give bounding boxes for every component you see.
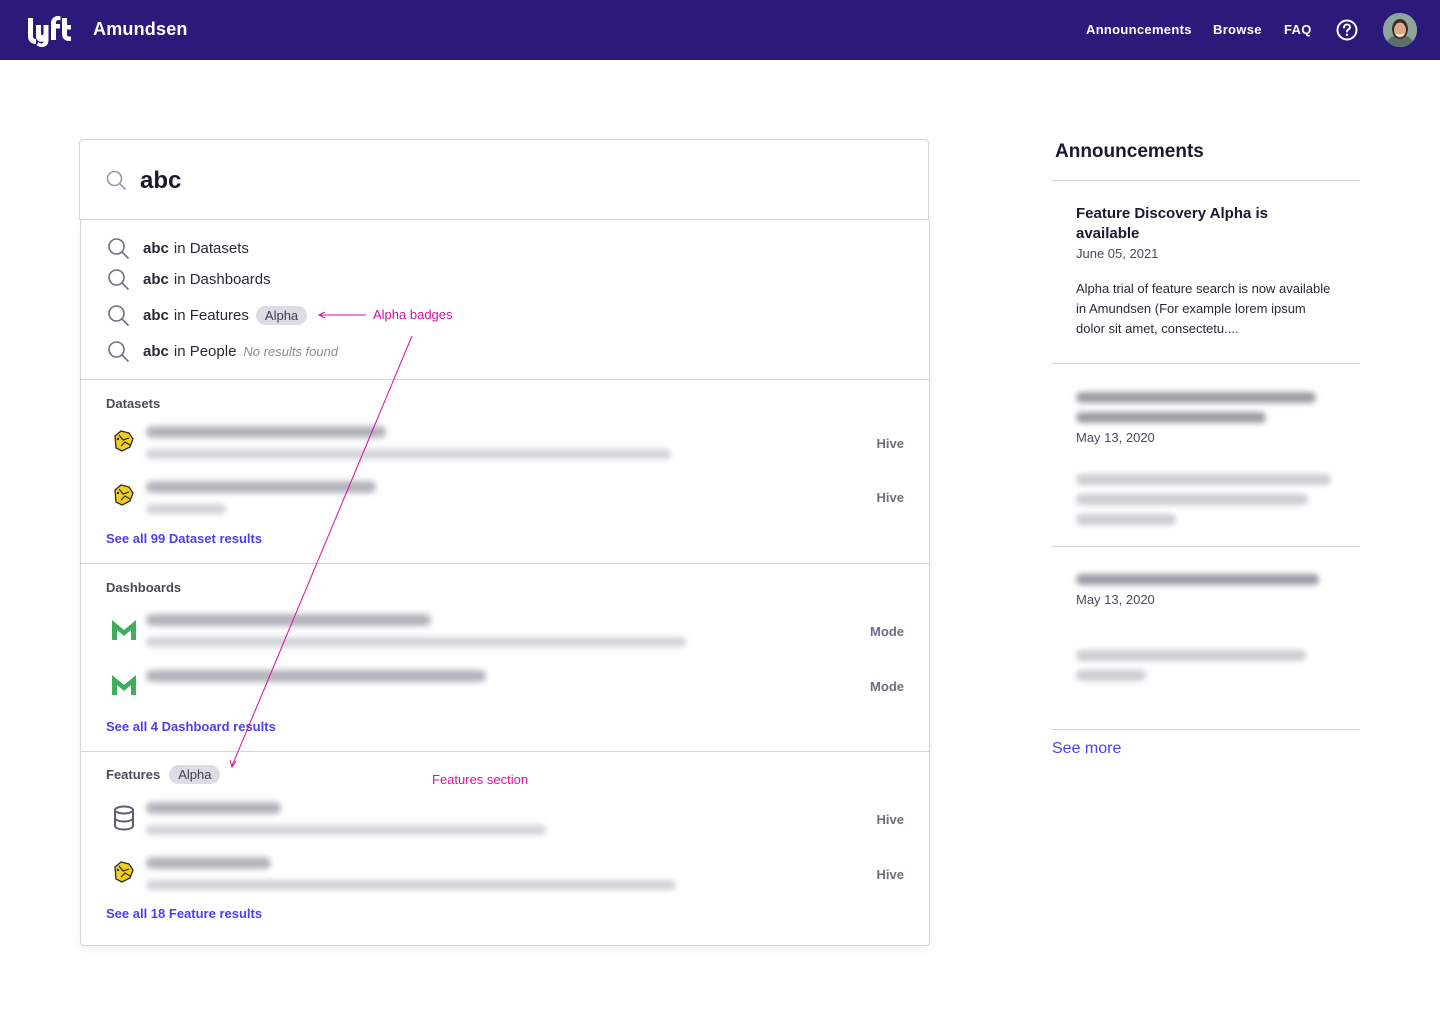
suggestion-query: abc (143, 270, 169, 288)
nav-link-faq[interactable]: FAQ (1284, 22, 1312, 37)
top-nav-bar: Amundsen Announcements Browse FAQ (0, 0, 1440, 60)
user-avatar[interactable] (1383, 13, 1417, 47)
blurred-result-description (146, 880, 676, 890)
search-results-dropdown: abc in Datasets abc in Dashboards abc in… (80, 220, 930, 946)
announcements-title: Announcements (1055, 141, 1204, 162)
divider (1052, 363, 1360, 364)
announcement-date: June 05, 2021 (1076, 246, 1159, 261)
result-source: Hive (876, 436, 904, 451)
suggestion-query: abc (143, 342, 169, 360)
blurred-announcement-title (1076, 392, 1316, 403)
app-brand-name[interactable]: Amundsen (93, 19, 188, 40)
hive-icon (114, 861, 134, 883)
blurred-result-description (146, 504, 226, 514)
blurred-result-description (146, 449, 671, 459)
see-all-features-link[interactable]: See all 18 Feature results (106, 906, 262, 921)
hive-icon (114, 430, 134, 452)
search-icon (108, 269, 129, 290)
result-source: Hive (876, 490, 904, 505)
blurred-result-name (146, 802, 281, 814)
result-source: Hive (876, 867, 904, 882)
section-title-datasets: Datasets (106, 396, 161, 411)
blurred-result-name (146, 857, 271, 869)
result-source: Mode (870, 624, 904, 639)
blurred-result-description (146, 825, 546, 835)
search-icon (108, 305, 129, 326)
divider (1052, 546, 1360, 547)
nav-link-browse[interactable]: Browse (1213, 22, 1262, 37)
blurred-announcement-title (1076, 412, 1266, 423)
search-bar (79, 139, 929, 220)
search-icon (108, 341, 129, 362)
hive-icon (114, 484, 134, 506)
no-results-note: No results found (243, 343, 339, 359)
annotation-features-section: Features section (432, 772, 529, 787)
suggestion-query: abc (143, 239, 169, 257)
suggestion-people[interactable]: abc in People No results found (107, 340, 338, 362)
help-circle-icon[interactable] (1336, 19, 1358, 41)
announcement-date: May 13, 2020 (1076, 430, 1155, 445)
alpha-badge: Alpha (169, 765, 221, 784)
suggestion-features[interactable]: abc in Features Alpha (107, 304, 308, 326)
suggestion-scope: in People (173, 342, 237, 360)
suggestion-datasets[interactable]: abc in Datasets (107, 237, 249, 259)
divider (81, 751, 930, 752)
see-all-datasets-link[interactable]: See all 99 Dataset results (106, 531, 262, 546)
section-title-features: Features Alpha (106, 765, 221, 784)
database-icon (114, 805, 134, 831)
search-input[interactable] (140, 164, 840, 198)
announcement-date: May 13, 2020 (1076, 592, 1155, 607)
section-title-dashboards: Dashboards (106, 580, 182, 595)
see-all-dashboards-link[interactable]: See all 4 Dashboard results (106, 719, 276, 734)
suggestion-query: abc (143, 306, 169, 324)
divider (81, 563, 930, 564)
blurred-announcement-body (1076, 670, 1146, 681)
blurred-result-name (146, 426, 386, 438)
divider (1052, 729, 1360, 730)
mode-icon (112, 620, 136, 640)
see-more-announcements-link[interactable]: See more (1052, 740, 1121, 758)
mode-icon (112, 675, 136, 695)
announcement-body: Alpha trial of feature search is now ava… (1076, 281, 1331, 336)
blurred-announcement-title (1076, 574, 1319, 585)
search-icon (106, 170, 126, 190)
blurred-result-name (146, 614, 431, 626)
blurred-announcement-body (1076, 474, 1331, 485)
suggestion-scope: in Datasets (173, 239, 249, 257)
blurred-announcement-body (1076, 514, 1176, 525)
divider (81, 379, 930, 380)
result-source: Hive (876, 812, 904, 827)
suggestion-scope: in Features (173, 306, 249, 324)
annotation-alpha-badges: Alpha badges (373, 307, 453, 322)
nav-link-announcements[interactable]: Announcements (1086, 22, 1192, 37)
suggestion-scope: in Dashboards (173, 270, 271, 288)
blurred-result-name (146, 670, 486, 682)
alpha-badge: Alpha (255, 305, 308, 325)
suggestion-dashboards[interactable]: abc in Dashboards (107, 268, 271, 290)
blurred-result-description (146, 637, 686, 647)
blurred-announcement-body (1076, 650, 1306, 661)
divider (1052, 180, 1360, 181)
search-icon (108, 238, 129, 259)
blurred-result-name (146, 481, 376, 493)
lyft-logo-icon[interactable] (26, 14, 76, 48)
blurred-announcement-body (1076, 494, 1308, 505)
section-title-label: Features (106, 767, 161, 782)
result-source: Mode (870, 679, 904, 694)
announcement-title: Feature Discovery Alpha is available (1076, 205, 1269, 242)
